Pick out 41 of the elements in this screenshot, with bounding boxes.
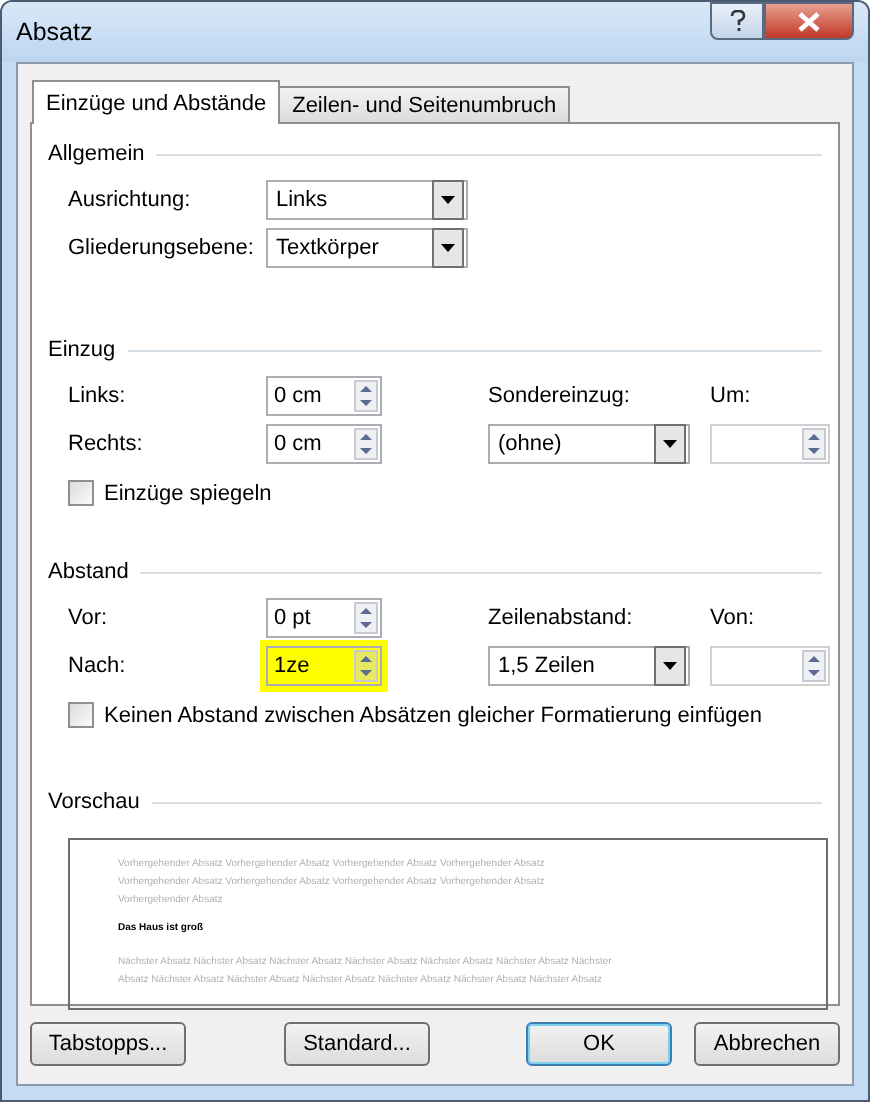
field-label: Von: [710,606,757,630]
dialog-button[interactable]: Standard... [284,1022,430,1066]
dialog-button[interactable]: OK [526,1022,672,1066]
close-button[interactable] [764,2,854,40]
checkbox[interactable] [68,702,94,728]
spin-field[interactable]: 0 cm [266,376,382,416]
field-label: Rechts: [68,432,145,456]
checkbox-label: Einzüge spiegeln [104,481,272,505]
checkbox[interactable] [68,480,94,506]
section-heading: Abstand [48,560,129,584]
dialog-button[interactable]: Abbrechen [694,1022,840,1066]
dropdown[interactable]: Textkörper [266,228,468,268]
dialog-button[interactable]: Tabstopps... [30,1022,186,1066]
dropdown[interactable]: (ohne) [488,424,690,464]
spin-field[interactable]: 0 pt [266,598,382,638]
dropdown[interactable]: Links [266,180,468,220]
spin-arrows-icon[interactable] [354,380,378,412]
field-label: Gliederungsebene: [68,236,256,260]
tab[interactable]: Zeilen- und Seitenumbruch [278,86,571,122]
section-heading: Vorschau [48,790,140,814]
tab[interactable]: Einzüge und Abstände [32,80,281,124]
checkbox-label: Keinen Abstand zwischen Absätzen gleicher Formatierung einfügen [104,703,762,727]
dropdown[interactable]: 1,5 Zeilen [488,646,690,686]
field-label: Links: [68,384,128,408]
spin-field[interactable]: 1ze [266,646,382,686]
field-label: Sondereinzug: [488,384,632,408]
spin-field[interactable]: 0 cm [266,424,382,464]
field-label: Vor: [68,606,110,630]
spin-arrows-icon[interactable] [354,428,378,460]
field-label: Um: [710,384,753,408]
window-title: Absatz [16,18,93,46]
spin-arrows-icon[interactable] [354,650,378,682]
help-icon [729,10,745,32]
field-label: Zeilenabstand: [488,606,635,630]
field-label: Ausrichtung: [68,188,193,212]
help-button[interactable] [710,2,764,40]
close-icon [798,11,820,31]
field-label: Nach: [68,654,128,678]
section-heading: Einzug [48,338,116,362]
section-heading: Allgemein [48,142,145,166]
spin-arrows-icon[interactable] [354,602,378,634]
